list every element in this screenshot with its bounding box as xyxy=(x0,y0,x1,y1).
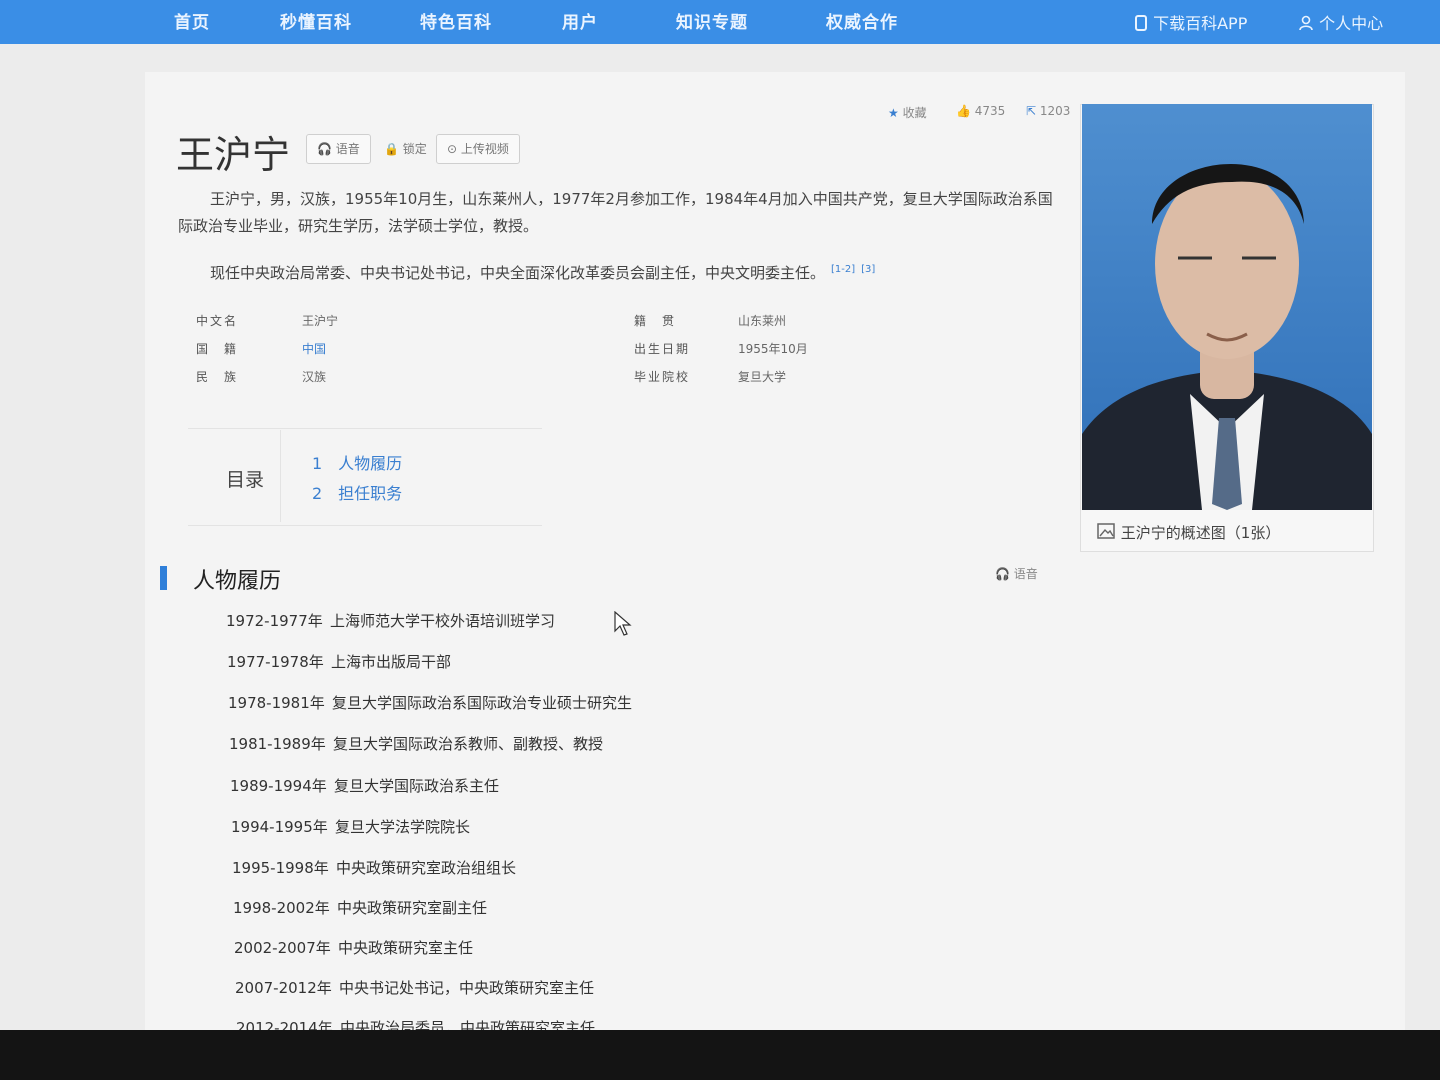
career-year: 1998-2002年 xyxy=(233,899,330,917)
section-voice-button[interactable]: 🎧 语音 xyxy=(995,565,1038,582)
toc-title: 目录 xyxy=(226,469,265,491)
like-count: 4735 xyxy=(974,104,1006,118)
infobox-value: 王沪宁 xyxy=(302,314,339,328)
career-year: 1989-1994年 xyxy=(230,777,327,795)
infobox-value: 山东莱州 xyxy=(738,314,787,328)
reference-link-2[interactable]: [3] xyxy=(861,264,875,275)
career-desc: 中央政策研究室政治组组长 xyxy=(336,859,517,877)
toc-item-positions[interactable]: 2 担任职务 xyxy=(312,480,402,504)
nav-miaodong[interactable]: 秒懂百科 xyxy=(280,8,352,33)
career-year: 1972-1977年 xyxy=(226,612,323,630)
toc-item-career[interactable]: 1 人物履历 xyxy=(312,450,402,474)
photo-caption-text: 王沪宁的概述图（1张） xyxy=(1120,524,1281,542)
list-item: 1977-1978年 上海市出版局干部 xyxy=(227,651,451,672)
infobox-key: 毕业院校 xyxy=(634,370,691,384)
nav-home[interactable]: 首页 xyxy=(174,8,210,33)
upload-video-button[interactable]: ⊙ 上传视频 xyxy=(436,134,520,164)
mouse-cursor-icon xyxy=(614,611,632,636)
download-app-link[interactable]: 下载百科APP xyxy=(1134,10,1247,34)
gallery-icon xyxy=(1097,523,1115,539)
infobox-key: 籍 贯 xyxy=(634,314,677,328)
career-year: 1994-1995年 xyxy=(231,818,328,836)
nav-topics[interactable]: 知识专题 xyxy=(676,8,748,33)
headphone-icon: 🎧 xyxy=(995,567,1010,581)
download-app-label: 下载百科APP xyxy=(1153,14,1248,33)
career-desc: 复旦大学法学院院长 xyxy=(335,818,471,836)
infobox-value: 汉族 xyxy=(302,370,327,384)
top-nav-bar: 首页 秒懂百科 特色百科 用户 知识专题 权威合作 下载百科APP 个人中心 xyxy=(0,0,1440,44)
list-item: 2007-2012年 中央书记处书记，中央政策研究室主任 xyxy=(235,977,594,998)
user-center-link[interactable]: 个人中心 xyxy=(1298,10,1383,34)
collect-button[interactable]: ★ 收藏 xyxy=(888,104,927,121)
phone-icon xyxy=(1135,15,1147,31)
like-button[interactable]: 👍 4735 xyxy=(956,104,1005,118)
share-button[interactable]: ⇱ 1203 xyxy=(1026,104,1070,118)
career-desc: 中央政策研究室副主任 xyxy=(337,899,488,917)
infobox-key: 国 籍 xyxy=(196,342,239,356)
nav-featured[interactable]: 特色百科 xyxy=(420,8,492,33)
share-count: 1203 xyxy=(1039,104,1071,118)
headphone-icon: 🎧 xyxy=(317,142,332,156)
share-icon: ⇱ xyxy=(1026,104,1037,118)
nav-users[interactable]: 用户 xyxy=(562,8,598,33)
career-year: 1995-1998年 xyxy=(232,859,329,877)
career-year: 1981-1989年 xyxy=(229,735,326,753)
career-desc: 中央书记处书记，中央政策研究室主任 xyxy=(339,979,595,997)
infobox-key: 中文名 xyxy=(196,314,239,328)
career-desc: 复旦大学国际政治系国际政治专业硕士研究生 xyxy=(332,694,633,712)
career-desc: 上海市出版局干部 xyxy=(331,653,452,671)
lock-icon: 🔒 xyxy=(384,142,399,156)
list-item: 1981-1989年 复旦大学国际政治系教师、副教授、教授 xyxy=(229,733,603,754)
intro-paragraph-1: 王沪宁，男，汉族，1955年10月生，山东莱州人，1977年2月参加工作，198… xyxy=(178,190,1053,235)
play-circle-icon: ⊙ xyxy=(447,142,458,156)
career-year: 1977-1978年 xyxy=(227,653,324,671)
career-desc: 复旦大学国际政治系主任 xyxy=(334,777,500,795)
career-desc: 上海师范大学干校外语培训班学习 xyxy=(330,612,556,630)
collect-label: 收藏 xyxy=(902,106,927,120)
upload-video-label: 上传视频 xyxy=(460,142,509,156)
infobox-value-link[interactable]: 中国 xyxy=(302,340,326,357)
career-year: 2007-2012年 xyxy=(235,979,332,997)
lock-label: 锁定 xyxy=(402,142,427,156)
infobox-key: 民 族 xyxy=(196,370,239,384)
intro-paragraph-2: 现任中央政治局常委、中央书记处书记，中央全面深化改革委员会副主任，中央文明委主任… xyxy=(178,256,1058,287)
user-center-label: 个人中心 xyxy=(1319,14,1384,33)
lock-status[interactable]: 🔒 锁定 xyxy=(384,140,427,157)
section-title: 人物履历 xyxy=(193,569,282,594)
voice-button[interactable]: 🎧 语音 xyxy=(306,134,371,164)
career-desc: 中央政策研究室主任 xyxy=(338,939,474,957)
infobox-value: 1955年10月 xyxy=(738,342,808,356)
list-item: 2002-2007年 中央政策研究室主任 xyxy=(234,937,473,958)
intro-paragraph-2-text: 现任中央政治局常委、中央书记处书记，中央全面深化改革委员会副主任，中央文明委主任… xyxy=(210,264,826,282)
list-item: 1978-1981年 复旦大学国际政治系国际政治专业硕士研究生 xyxy=(228,692,632,713)
thumbs-up-icon: 👍 xyxy=(956,104,971,118)
career-year: 2002-2007年 xyxy=(234,939,331,957)
career-year: 1978-1981年 xyxy=(228,694,325,712)
list-item: 1994-1995年 复旦大学法学院院长 xyxy=(231,816,470,837)
toc-divider xyxy=(280,430,281,522)
list-item: 1972-1977年 上海师范大学干校外语培训班学习 xyxy=(226,610,555,631)
nav-partners[interactable]: 权威合作 xyxy=(826,8,898,33)
star-icon: ★ xyxy=(888,106,899,120)
monitor-bezel xyxy=(0,1030,1440,1080)
infobox-key: 出生日期 xyxy=(634,342,691,356)
list-item: 1998-2002年 中央政策研究室副主任 xyxy=(233,897,487,918)
section-marker xyxy=(160,566,167,590)
list-item: 1995-1998年 中央政策研究室政治组组长 xyxy=(232,857,516,878)
page-title: 王沪宁 xyxy=(176,133,291,177)
career-desc: 复旦大学国际政治系教师、副教授、教授 xyxy=(333,735,604,753)
list-item: 1989-1994年 复旦大学国际政治系主任 xyxy=(230,775,499,796)
reference-link-1[interactable]: [1-2] xyxy=(831,264,855,275)
photo-caption[interactable]: 王沪宁的概述图（1张） xyxy=(1096,522,1280,543)
user-icon xyxy=(1299,15,1313,31)
section-voice-label: 语音 xyxy=(1013,567,1038,581)
infobox-value: 复旦大学 xyxy=(738,370,787,384)
voice-label: 语音 xyxy=(335,142,360,156)
portrait-photo[interactable] xyxy=(1082,104,1372,510)
